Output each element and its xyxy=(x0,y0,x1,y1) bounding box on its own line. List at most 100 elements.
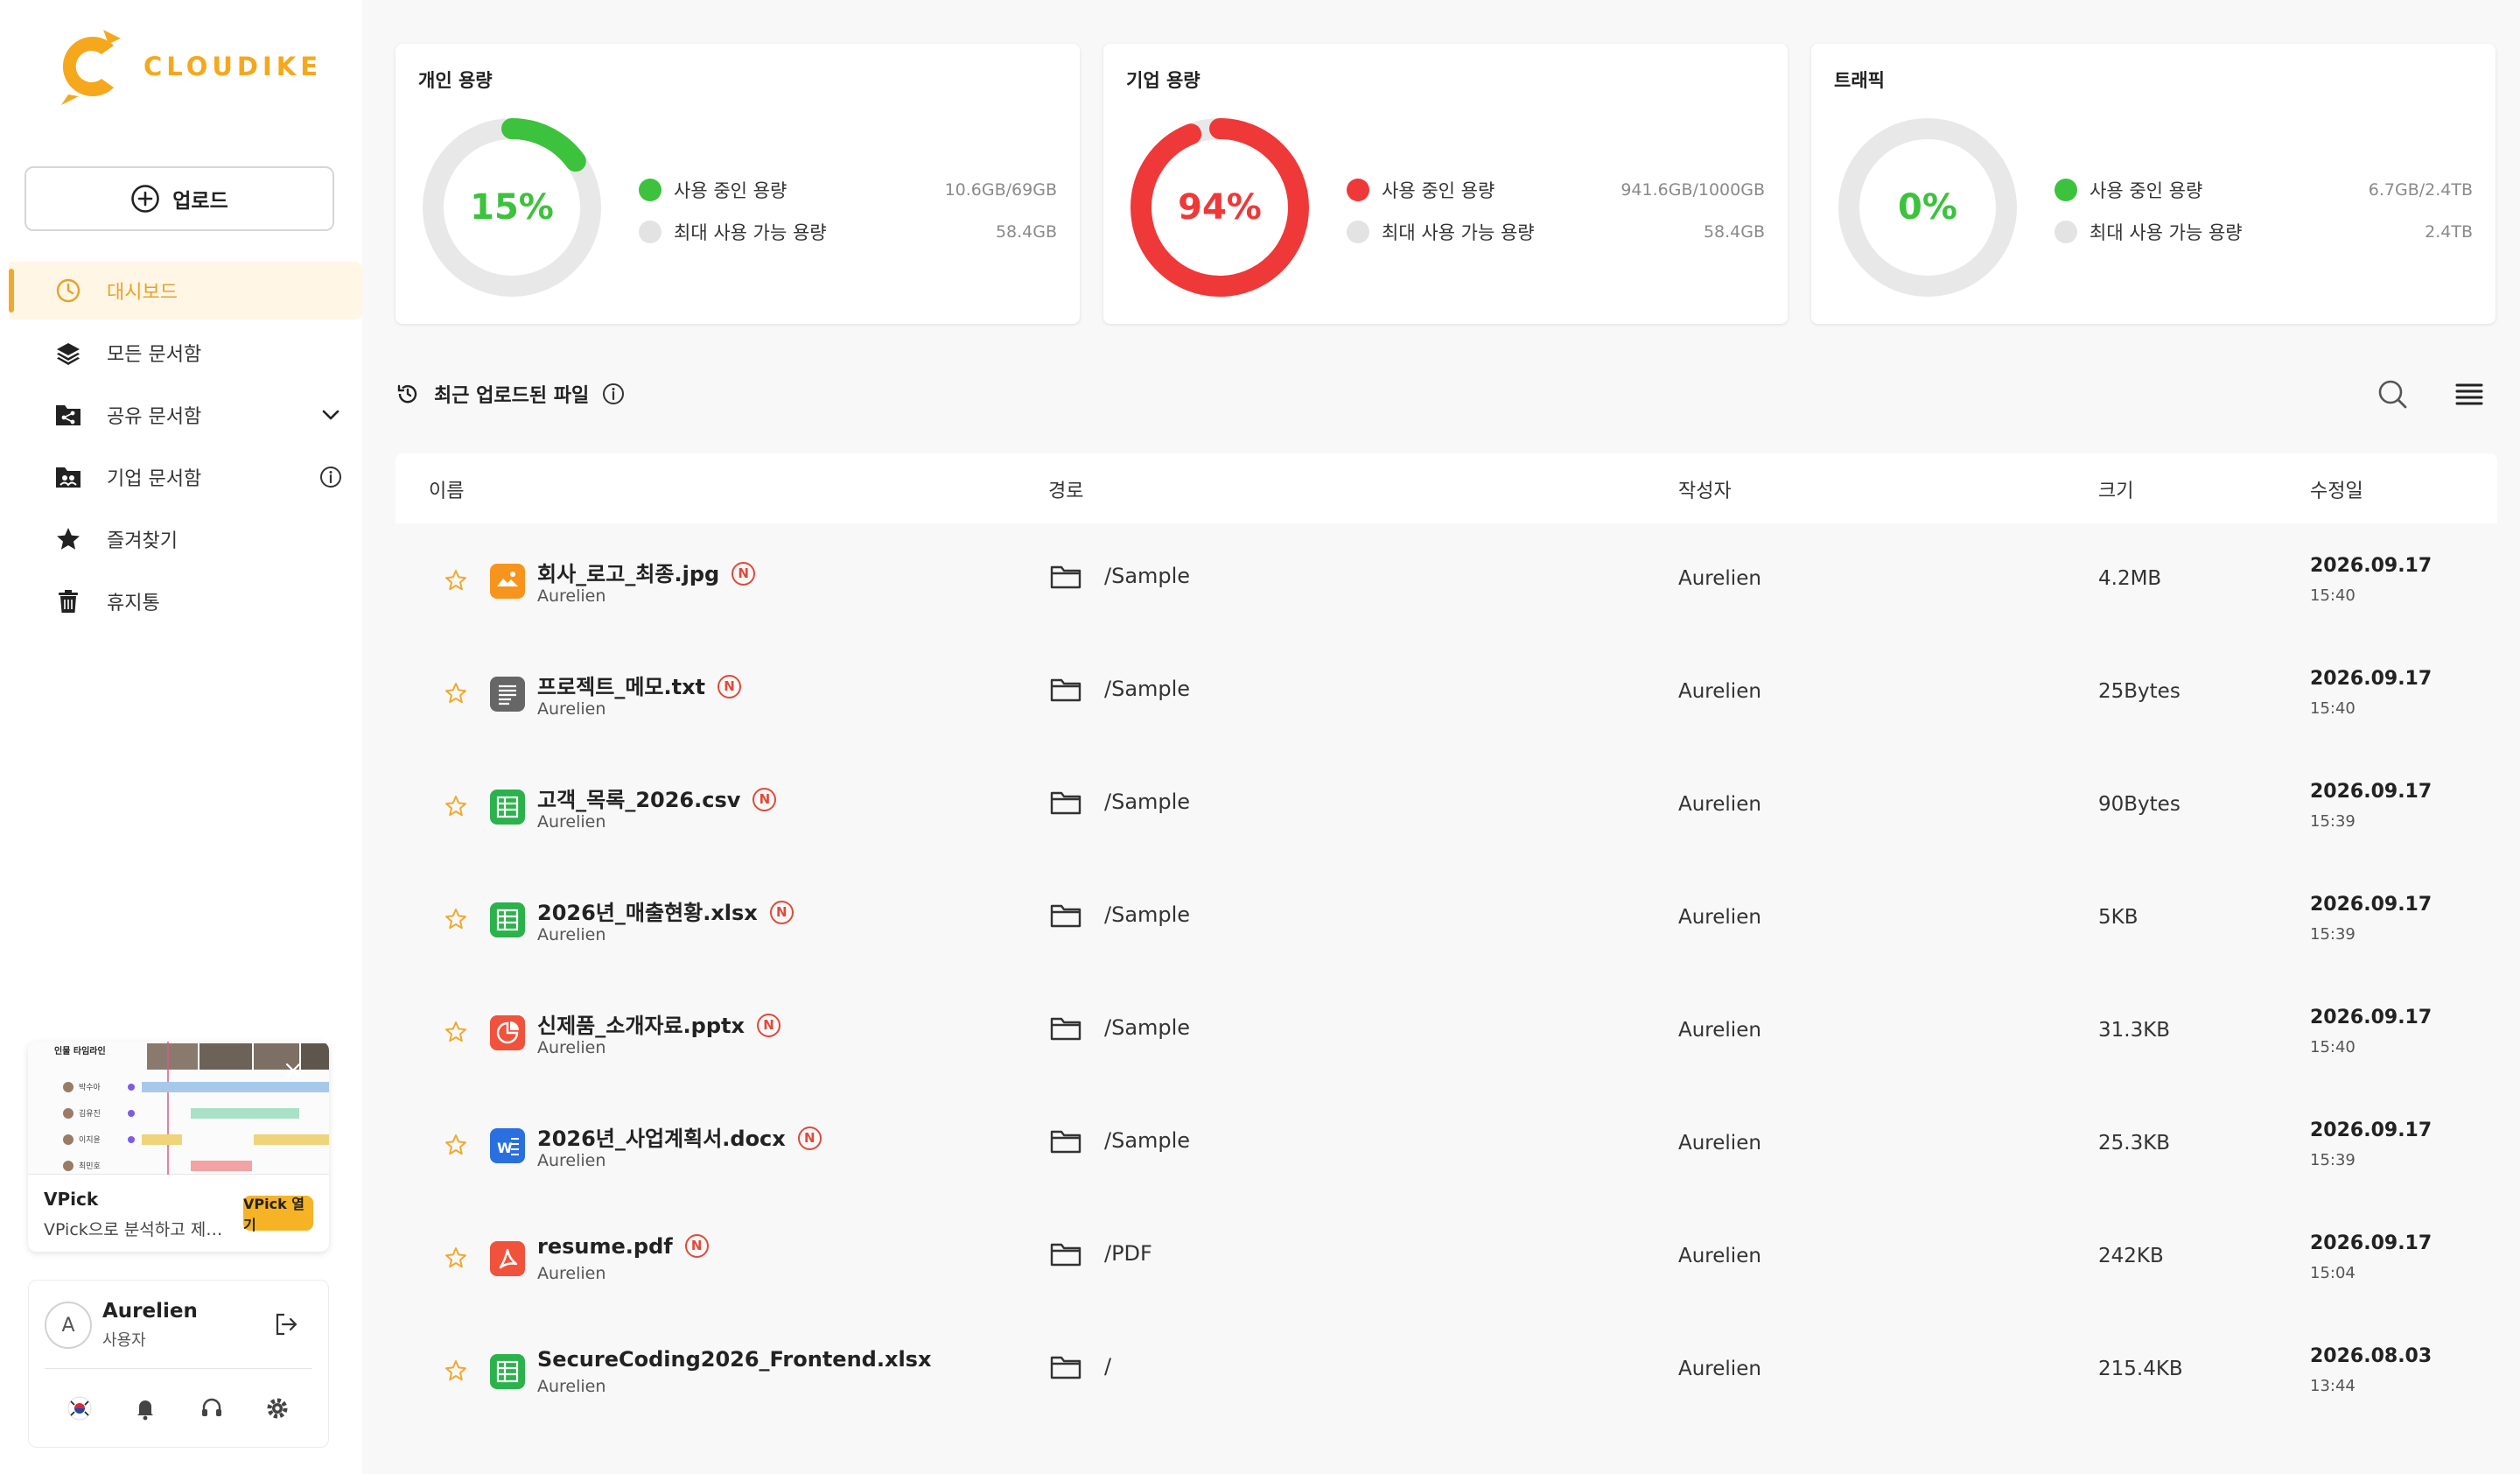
file-name-cell[interactable]: 2026년_사업계획서.docx N xyxy=(537,1121,822,1152)
legend-label: 사용 중인 용량 xyxy=(674,180,788,201)
file-size: 31.3KB xyxy=(2098,1019,2171,1042)
vpick-promo-card[interactable]: 인물 타임라인 박수아 김유진 이지윤 최민호 VPick VPick으로 분석… xyxy=(28,1042,329,1252)
list-view-icon[interactable] xyxy=(2452,376,2487,411)
file-name[interactable]: 2026년_사업계획서.docx xyxy=(537,1127,786,1151)
file-name-cell[interactable]: 고객_목록_2026.csv N xyxy=(537,783,777,813)
gear-icon[interactable] xyxy=(262,1393,292,1423)
layers-icon xyxy=(54,339,82,367)
file-size: 25Bytes xyxy=(2098,680,2180,703)
info-icon[interactable] xyxy=(601,382,626,406)
word-file-icon: W xyxy=(490,1128,525,1163)
file-name-cell[interactable]: 회사_로고_최종.jpg N xyxy=(537,557,756,587)
favorite-star-icon[interactable] xyxy=(444,1246,467,1269)
column-path[interactable]: 경로 xyxy=(1048,475,1083,503)
favorite-star-icon[interactable] xyxy=(444,1021,467,1043)
headset-icon[interactable] xyxy=(197,1393,227,1423)
column-author[interactable]: 작성자 xyxy=(1678,475,1732,503)
sidebar-item-all-documents[interactable]: 모든 문서함 xyxy=(9,324,362,382)
file-name-cell[interactable]: resume.pdf N xyxy=(537,1233,709,1260)
file-path[interactable]: /Sample xyxy=(1104,1128,1190,1153)
favorite-star-icon[interactable] xyxy=(444,569,467,592)
sidebar-item-label: 휴지통 xyxy=(107,593,160,614)
file-date: 2026.09.17 xyxy=(2310,668,2432,690)
file-name[interactable]: 2026년_매출현황.xlsx xyxy=(537,901,758,925)
promo-description: VPick으로 분석하고 제… xyxy=(44,1220,223,1239)
table-row[interactable]: SecureCoding2026_Frontend.xlsx Aurelien / A… xyxy=(396,1314,2497,1427)
file-owner: Aurelien xyxy=(537,1151,606,1170)
column-modified[interactable]: 수정일 xyxy=(2310,475,2363,503)
usage-percent: 0% xyxy=(1898,187,1957,228)
table-row[interactable]: 고객_목록_2026.csv N Aurelien/Sample Aurelien 90… xyxy=(396,749,2497,862)
file-name[interactable]: 고객_목록_2026.csv xyxy=(537,788,740,812)
chevron-down-icon[interactable] xyxy=(318,403,343,427)
table-row[interactable]: 2026년_매출현황.xlsx N Aurelien/Sample Aurelien 5… xyxy=(396,862,2497,975)
sidebar-item-shared-documents[interactable]: 공유 문서함 xyxy=(9,386,362,444)
file-path[interactable]: /Sample xyxy=(1104,790,1190,814)
favorite-star-icon[interactable] xyxy=(444,908,467,930)
favorite-star-icon[interactable] xyxy=(444,1359,467,1382)
spreadsheet-file-icon xyxy=(490,1354,525,1389)
search-icon[interactable] xyxy=(2375,376,2410,411)
file-path[interactable]: /Sample xyxy=(1104,1015,1190,1040)
info-icon[interactable] xyxy=(318,465,343,489)
open-vpick-button[interactable]: VPick 열기 xyxy=(243,1196,313,1233)
table-row[interactable]: 회사_로고_최종.jpg N Aurelien/Sample Aurelien 4.2M… xyxy=(396,523,2497,636)
favorite-star-icon[interactable] xyxy=(444,795,467,818)
add-circle-icon xyxy=(131,185,160,213)
sidebar-item-dashboard[interactable]: 대시보드 xyxy=(9,262,362,319)
bell-icon[interactable] xyxy=(130,1393,160,1423)
file-path[interactable]: /PDF xyxy=(1104,1241,1152,1266)
file-owner: Aurelien xyxy=(537,586,606,606)
legend-value: 6.7GB/2.4TB xyxy=(2368,180,2473,200)
sidebar-item-company-documents[interactable]: 기업 문서함 xyxy=(9,448,362,506)
file-date: 2026.09.17 xyxy=(2310,894,2432,916)
recent-files-header: 최근 업로드된 파일 xyxy=(396,378,626,410)
favorite-star-icon[interactable] xyxy=(444,682,467,705)
file-owner: Aurelien xyxy=(537,812,606,832)
file-name-cell[interactable]: SecureCoding2026_Frontend.xlsx xyxy=(537,1347,931,1372)
table-row[interactable]: 프로젝트_메모.txt N Aurelien/Sample Aurelien 25Byt… xyxy=(396,636,2497,749)
legend-label: 최대 사용 가능 용량 xyxy=(1382,222,1535,243)
cloudike-logo[interactable]: CLOUDIKE xyxy=(52,26,322,107)
new-badge: N xyxy=(732,561,756,586)
column-size[interactable]: 크기 xyxy=(2098,475,2133,503)
avatar[interactable]: A xyxy=(45,1302,92,1349)
upload-button[interactable]: 업로드 xyxy=(24,166,334,231)
file-path[interactable]: /Sample xyxy=(1104,902,1190,927)
sidebar-item-favorites[interactable]: 즐겨찾기 xyxy=(9,510,362,568)
file-name-cell[interactable]: 신제품_소개자료.pptx N xyxy=(537,1008,780,1039)
file-name[interactable]: SecureCoding2026_Frontend.xlsx xyxy=(537,1347,931,1372)
file-name[interactable]: 회사_로고_최종.jpg xyxy=(537,562,719,586)
file-name[interactable]: 프로젝트_메모.txt xyxy=(537,675,705,699)
file-size: 215.4KB xyxy=(2098,1358,2183,1380)
column-name[interactable]: 이름 xyxy=(429,475,464,503)
legend-dot xyxy=(639,179,662,201)
file-path[interactable]: /Sample xyxy=(1104,564,1190,588)
file-date: 2026.09.17 xyxy=(2310,555,2432,577)
logout-icon[interactable] xyxy=(272,1310,300,1338)
vpick-thumb-name: 최민호 xyxy=(79,1162,101,1171)
legend-value: 2.4TB xyxy=(2425,222,2473,242)
file-date: 2026.09.17 xyxy=(2310,1232,2432,1254)
new-badge: N xyxy=(752,787,777,811)
svg-text:W: W xyxy=(497,1140,513,1156)
sidebar-item-trash[interactable]: 휴지통 xyxy=(9,572,362,630)
sidebar-item-label: 공유 문서함 xyxy=(107,406,202,428)
language-flag-icon[interactable] xyxy=(65,1393,94,1423)
close-icon[interactable] xyxy=(284,1061,303,1080)
file-name[interactable]: 신제품_소개자료.pptx xyxy=(537,1014,745,1038)
file-path[interactable]: /Sample xyxy=(1104,677,1190,701)
file-owner: Aurelien xyxy=(537,699,606,719)
file-path[interactable]: / xyxy=(1104,1354,1111,1379)
file-time: 15:40 xyxy=(2310,586,2356,605)
file-date: 2026.09.17 xyxy=(2310,1120,2432,1141)
table-row[interactable]: W 2026년_사업계획서.docx N Aurelien/Sample Aurelie… xyxy=(396,1088,2497,1201)
table-row[interactable]: 신제품_소개자료.pptx N Aurelien/Sample Aurelien 31.… xyxy=(396,975,2497,1088)
favorite-star-icon[interactable] xyxy=(444,1134,467,1156)
table-row[interactable]: resume.pdf N Aurelien/PDF Aurelien 242KB 2026… xyxy=(396,1201,2497,1314)
legend-used: 사용 중인 용량 941.6GB/1000GB xyxy=(1347,177,1765,203)
file-name[interactable]: resume.pdf xyxy=(537,1234,673,1259)
file-name-cell[interactable]: 프로젝트_메모.txt N xyxy=(537,670,742,700)
file-author: Aurelien xyxy=(1678,793,1761,816)
file-name-cell[interactable]: 2026년_매출현황.xlsx N xyxy=(537,895,794,926)
